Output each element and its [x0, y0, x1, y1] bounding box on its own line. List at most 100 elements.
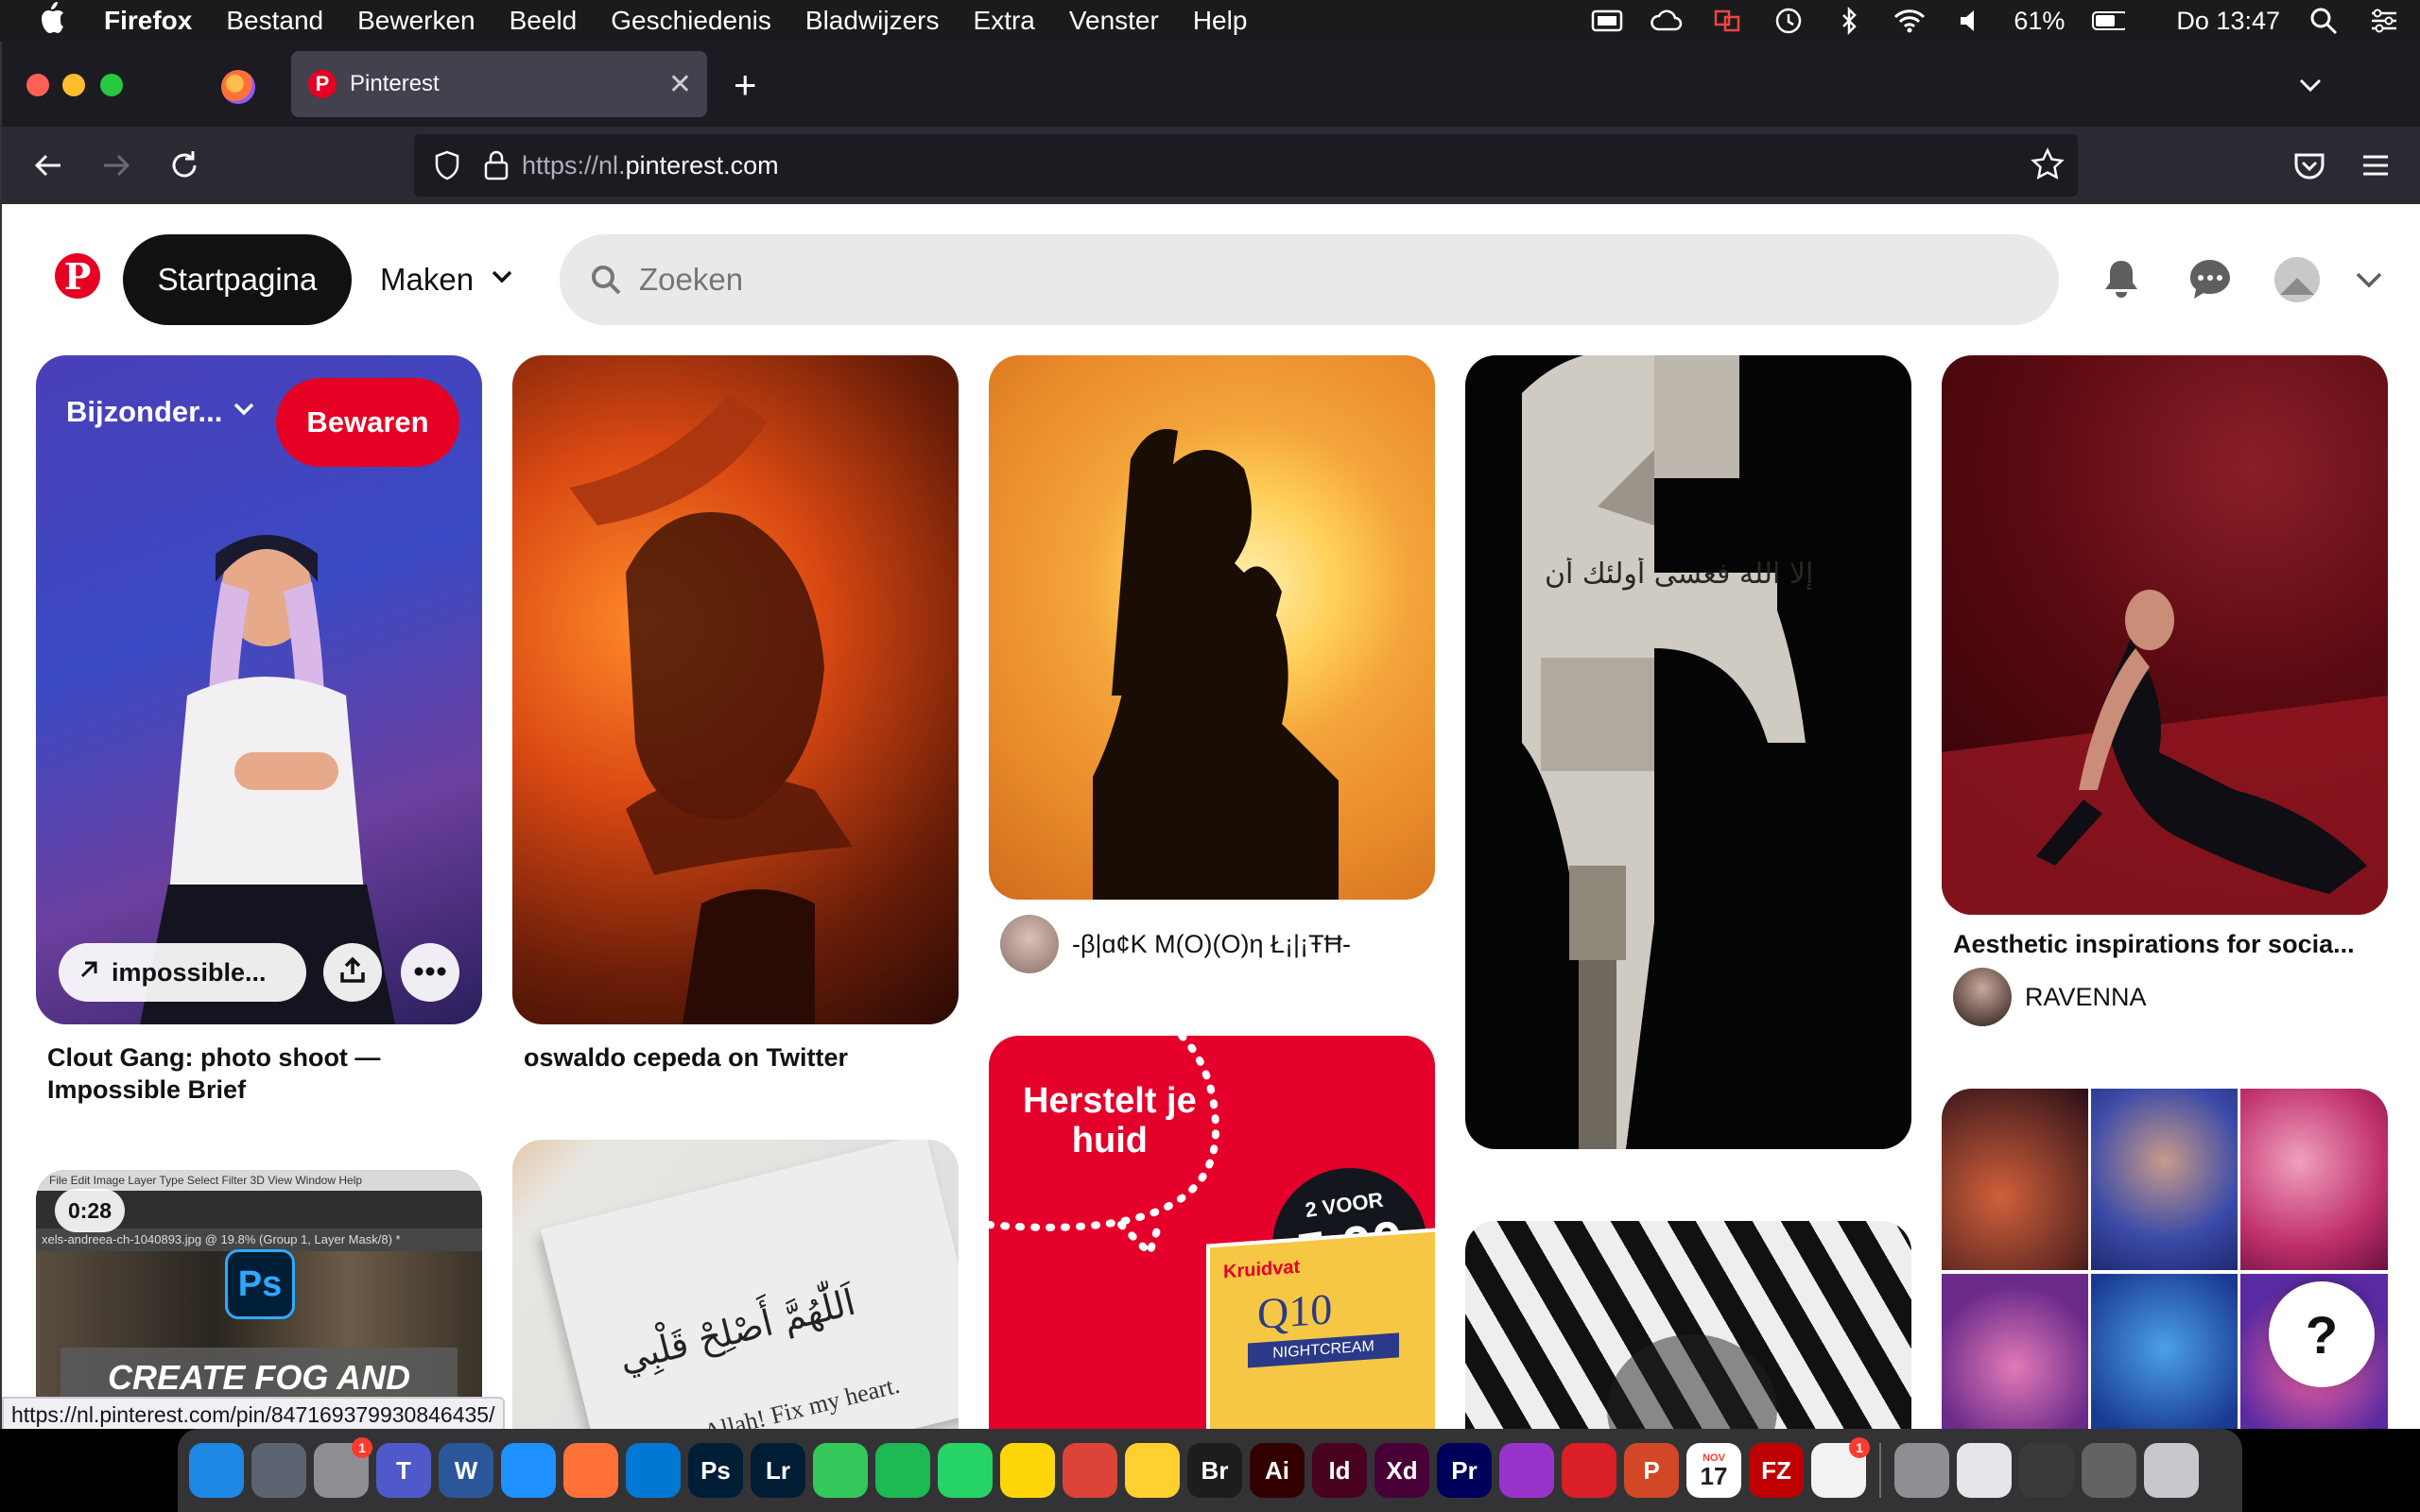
window-minimize-button[interactable] [62, 74, 85, 96]
dock-chrome-icon[interactable] [1063, 1443, 1117, 1498]
pin-card-silhouette[interactable] [989, 355, 1435, 900]
creative-cloud-icon[interactable] [1651, 7, 1685, 35]
display-icon[interactable] [1590, 7, 1624, 35]
pin-card-alhambra-arch[interactable]: إلا الله فعسى أولئك أن [1465, 355, 1911, 1149]
apple-icon[interactable] [38, 1, 72, 41]
tracking-protection-shield-icon[interactable] [431, 149, 463, 188]
pin-author-ravenna[interactable]: RAVENNA [1953, 968, 2147, 1026]
dock-whatsapp-icon[interactable] [938, 1443, 993, 1498]
menu-geschiedenis[interactable]: Geschiedenis [611, 6, 771, 36]
menu-app-firefox[interactable]: Firefox [104, 6, 192, 36]
control-center-icon[interactable] [2367, 7, 2401, 35]
board-selector[interactable]: Bijzonder... [66, 395, 256, 429]
tab-close-icon[interactable]: ✕ [668, 68, 692, 101]
dock-facetime-icon[interactable] [813, 1443, 868, 1498]
dock-calendar-icon[interactable]: NOV 17 [1686, 1443, 1741, 1498]
notifications-bell-icon[interactable] [2099, 257, 2144, 302]
pin-title-aesthetic-inspirations[interactable]: Aesthetic inspirations for socia... [1953, 928, 2378, 960]
dock-spotify-icon[interactable] [875, 1443, 930, 1498]
dock-vscode-icon[interactable] [626, 1443, 681, 1498]
dock-filezilla-icon[interactable]: FZ [1749, 1443, 1804, 1498]
menu-venster[interactable]: Venster [1069, 6, 1159, 36]
back-arrow-icon[interactable] [28, 146, 68, 185]
pin-title-oswaldo-cepeda[interactable]: oswaldo cepeda on Twitter [524, 1041, 949, 1074]
url-text[interactable]: https://nl.pinterest.com [522, 151, 779, 180]
dock-documents-icon[interactable] [2019, 1443, 2074, 1498]
pinterest-logo-icon[interactable]: P [55, 253, 100, 299]
tab-pinterest[interactable]: P Pinterest ✕ [291, 51, 707, 117]
dock-creative-cloud-icon[interactable] [1562, 1443, 1616, 1498]
app-menu-hamburger-icon[interactable] [2356, 146, 2395, 185]
home-button[interactable]: Startpagina [123, 234, 352, 325]
menu-bladwijzers[interactable]: Bladwijzers [805, 6, 940, 36]
pin-author-black-moon[interactable]: -β|ɑ¢K M(O)(O)η Ł¡|¡ŦĦ- [1000, 915, 1351, 973]
dock-system-preferences-icon[interactable]: 1 [314, 1437, 372, 1498]
create-dropdown[interactable]: Maken [380, 234, 515, 325]
dock-teams-icon[interactable]: T [376, 1443, 431, 1498]
new-tab-button[interactable]: + [734, 62, 757, 108]
forward-arrow-icon[interactable] [96, 146, 136, 185]
screen-share-icon[interactable] [1711, 7, 1745, 35]
menu-bewerken[interactable]: Bewerken [357, 6, 475, 36]
wifi-icon[interactable] [1893, 7, 1927, 35]
menu-beeld[interactable]: Beeld [510, 6, 578, 36]
dock-notes-icon[interactable] [1000, 1443, 1055, 1498]
dock-reminders-icon[interactable]: 1 [1811, 1437, 1870, 1498]
dock-xd-icon[interactable]: Xd [1374, 1443, 1429, 1498]
more-options-button[interactable] [401, 943, 459, 1002]
dock-indesign-icon[interactable]: Id [1312, 1443, 1367, 1498]
dock-safari-icon[interactable] [501, 1443, 556, 1498]
dock-photoshop-icon[interactable]: Ps [688, 1443, 743, 1498]
pin-image [1942, 590, 2388, 915]
dock-miro-icon[interactable] [1125, 1443, 1180, 1498]
pocket-icon[interactable] [2290, 146, 2329, 185]
dock-illustrator-icon[interactable]: Ai [1250, 1443, 1305, 1498]
pin-card-oswaldo-cepeda[interactable] [512, 355, 959, 1024]
pin-link-chip[interactable]: impossible... [59, 943, 306, 1002]
window-close-button[interactable] [26, 74, 49, 96]
menu-bestand[interactable]: Bestand [226, 6, 323, 36]
account-chevron-down-icon[interactable] [2352, 263, 2386, 297]
dock-lightroom-icon[interactable]: Lr [751, 1443, 805, 1498]
list-all-tabs-chevron-icon[interactable] [2291, 66, 2329, 104]
pin-card-zebra-stripes[interactable] [1465, 1221, 1911, 1429]
clock[interactable]: Do 13:47 [2176, 7, 2280, 36]
pin-title-clout-gang[interactable]: Clout Gang: photo shoot — Impossible Bri… [47, 1041, 473, 1106]
dock-finder-icon[interactable] [189, 1443, 244, 1498]
pin-card-calligraphy[interactable]: اَللّٰهُمَّ أَصْلِحْ قَلْبِي Allah! Fix … [512, 1140, 959, 1429]
dock-premiere-icon[interactable]: Pr [1437, 1443, 1492, 1498]
dock-downloads-icon[interactable] [1957, 1443, 2012, 1498]
spotlight-search-icon[interactable] [2307, 7, 2341, 35]
menu-extra[interactable]: Extra [974, 6, 1035, 36]
dock-voiceover-utility-icon[interactable] [1894, 1443, 1949, 1498]
share-button[interactable] [323, 943, 382, 1002]
dock-bridge-icon[interactable]: Br [1187, 1443, 1242, 1498]
dock-screenshots-icon[interactable] [2082, 1443, 2136, 1498]
dock-trash-icon[interactable] [2144, 1443, 2199, 1498]
dock-launchpad-icon[interactable] [251, 1443, 306, 1498]
menu-help[interactable]: Help [1193, 6, 1248, 36]
battery-icon[interactable] [2091, 7, 2126, 35]
time-machine-icon[interactable] [1772, 7, 1806, 35]
save-button[interactable]: Bewaren [276, 378, 459, 467]
firefox-view-icon[interactable] [221, 70, 255, 104]
bluetooth-icon[interactable] [1832, 7, 1866, 35]
search-input[interactable]: Zoeken [560, 234, 2059, 325]
window-zoom-button[interactable] [100, 74, 123, 96]
dock-word-icon[interactable]: W [439, 1443, 493, 1498]
pin-card-aesthetic-inspirations[interactable] [1942, 355, 2388, 915]
dock-powerpoint-icon[interactable]: P [1624, 1443, 1679, 1498]
pin-card-clout-gang[interactable]: Bijzonder... Bewaren impossible... [36, 355, 482, 1024]
reload-icon[interactable] [164, 146, 204, 185]
dock-podcasts-icon[interactable] [1499, 1443, 1554, 1498]
profile-avatar[interactable] [2274, 257, 2320, 302]
volume-icon[interactable] [1953, 7, 1987, 35]
messages-icon[interactable] [2187, 257, 2233, 302]
bookmark-star-icon[interactable] [2031, 147, 2065, 188]
url-bar[interactable]: https://nl.pinterest.com [414, 134, 2078, 197]
pin-card-kruidvat-ad[interactable]: Herstelt je huid 2 VOOR 5.00 Kruidvat Q1… [989, 1036, 1435, 1429]
pin-card-fog-lightning[interactable]: File Edit Image Layer Type Select Filter… [36, 1170, 482, 1429]
help-button[interactable]: ? [2269, 1281, 2375, 1387]
dock-firefox-icon[interactable] [563, 1443, 618, 1498]
lock-icon[interactable] [482, 148, 510, 189]
